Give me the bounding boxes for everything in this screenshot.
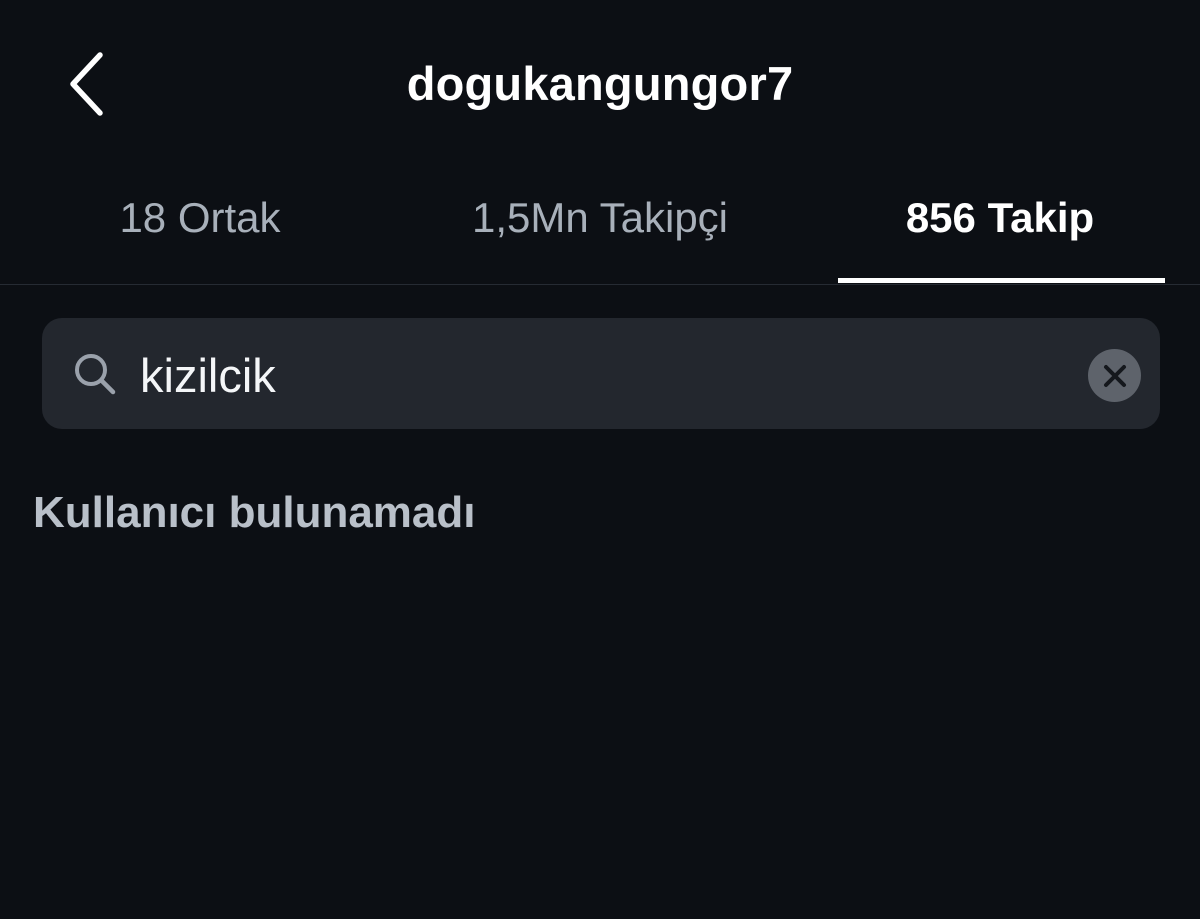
active-tab-indicator [838,278,1165,283]
clear-search-button[interactable] [1088,349,1141,402]
tabs-divider [0,284,1200,285]
tab-following[interactable]: 856 Takip [800,170,1200,285]
close-icon [1103,364,1126,387]
top-navigation-bar: dogukangungor7 [0,0,1200,170]
tab-following-label: 856 Takip [905,194,1095,241]
search-input[interactable] [140,340,1060,410]
tab-mutual[interactable]: 18 Ortak [0,170,400,285]
following-list-screen: dogukangungor7 18 Ortak 1,5Mn Takipçi 85… [0,0,1200,919]
tab-bar: 18 Ortak 1,5Mn Takipçi 856 Takip [0,170,1200,285]
search-icon [75,354,116,395]
tab-followers-label: 1,5Mn Takipçi [471,194,729,241]
page-title: dogukangungor7 [406,57,794,110]
tab-followers[interactable]: 1,5Mn Takipçi [400,170,800,285]
tab-mutual-label: 18 Ortak [119,194,281,241]
no-users-found-message: Kullanıcı bulunamadı [33,488,476,537]
